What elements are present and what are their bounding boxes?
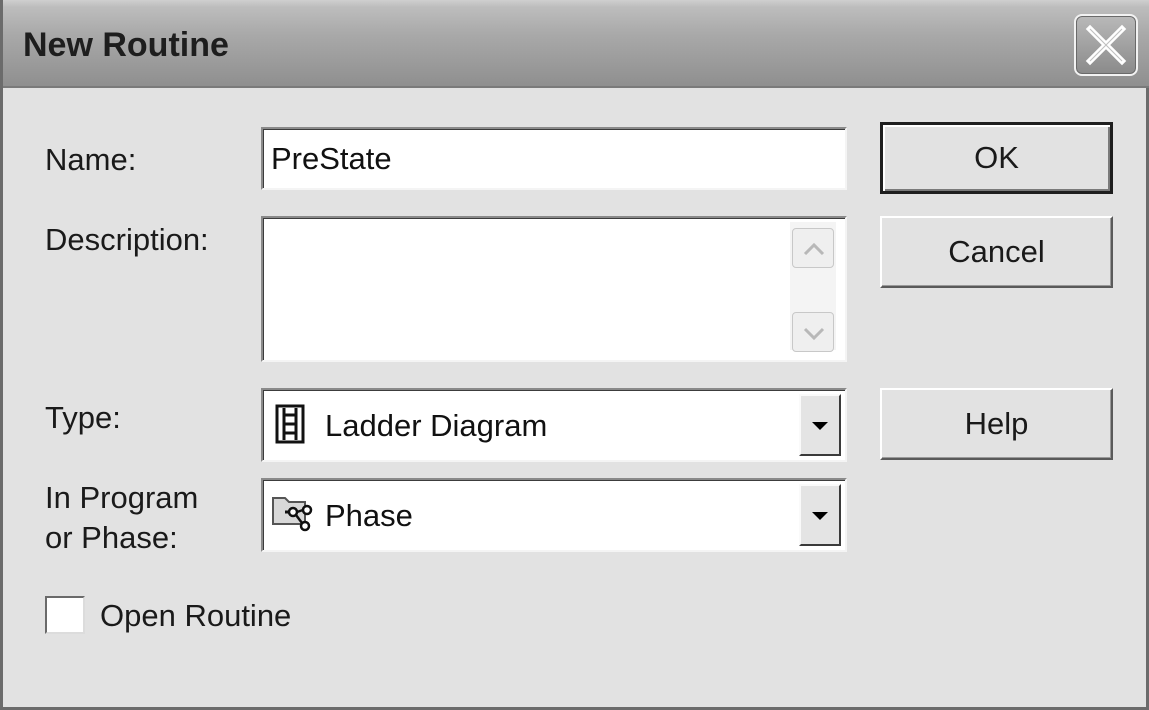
program-select-value: Phase <box>325 498 413 533</box>
open-routine-checkbox[interactable] <box>45 596 85 634</box>
type-label: Type: <box>45 400 121 435</box>
name-field[interactable]: PreState <box>261 127 847 190</box>
dialog-title: New Routine <box>23 26 229 64</box>
help-button[interactable]: Help <box>880 388 1113 460</box>
close-button[interactable] <box>1074 14 1138 76</box>
title-bar[interactable]: New Routine <box>3 0 1149 88</box>
cancel-button[interactable]: Cancel <box>880 216 1113 288</box>
program-dropdown-button[interactable] <box>799 484 841 546</box>
scroll-down-button[interactable] <box>792 312 834 352</box>
name-label: Name: <box>45 142 137 177</box>
ok-button[interactable]: OK <box>880 122 1113 194</box>
scroll-up-button[interactable] <box>792 228 834 268</box>
program-select[interactable]: Phase <box>261 478 847 552</box>
description-label: Description: <box>45 222 209 257</box>
program-label-line2: or Phase: <box>45 520 178 555</box>
type-select-value: Ladder Diagram <box>325 408 548 443</box>
new-routine-dialog: New Routine Name: PreState Description: <box>0 0 1149 710</box>
type-dropdown-button[interactable] <box>799 394 841 456</box>
description-field[interactable] <box>261 216 847 362</box>
open-routine-label[interactable]: Open Routine <box>100 596 291 636</box>
chevron-down-icon <box>803 327 825 341</box>
program-label-line1: In Program <box>45 480 199 515</box>
ladder-diagram-icon <box>275 404 305 444</box>
dropdown-arrow-icon <box>812 422 828 430</box>
dropdown-arrow-icon <box>812 512 828 520</box>
type-select[interactable]: Ladder Diagram <box>261 388 847 462</box>
description-scrollbar[interactable] <box>790 222 836 352</box>
name-field-value: PreState <box>271 141 392 176</box>
chevron-up-icon <box>803 242 825 256</box>
phase-folder-icon <box>272 497 313 532</box>
close-icon <box>1085 24 1127 66</box>
